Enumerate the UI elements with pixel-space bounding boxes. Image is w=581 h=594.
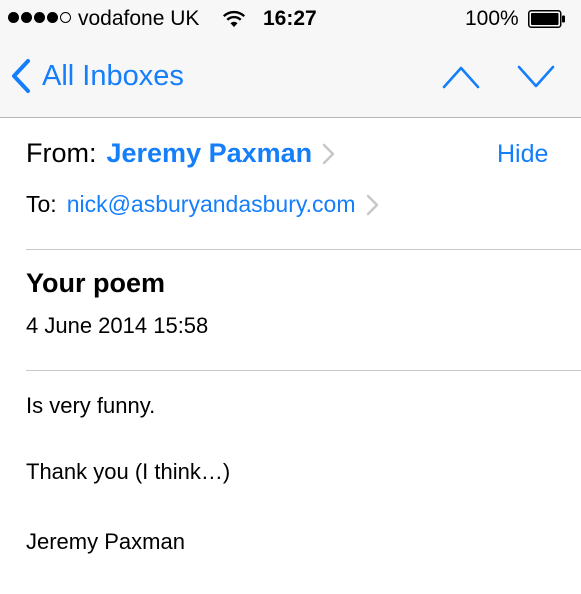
carrier-name: vodafone UK [78, 7, 200, 30]
message-date: 4 June 2014 15:58 [26, 313, 209, 338]
signal-dot [34, 12, 45, 23]
message-body-line: Thank you (I think…) [26, 459, 231, 484]
sender-name[interactable]: Jeremy Paxman [107, 138, 313, 169]
hide-button[interactable]: Hide [497, 140, 548, 169]
battery-icon [528, 10, 565, 28]
chevron-left-icon [12, 59, 30, 93]
signal-dot-empty [60, 12, 71, 23]
battery-percentage: 100% [465, 7, 519, 30]
chevron-right-icon [366, 194, 378, 215]
chevron-down-icon[interactable] [516, 63, 556, 91]
from-row: From: Jeremy Paxman [26, 138, 335, 169]
signal-strength-icon [8, 12, 71, 23]
signal-dot [47, 12, 58, 23]
body-divider [26, 370, 581, 371]
to-row: To: nick@asburyandasbury.com [26, 191, 379, 218]
signal-dot [21, 12, 32, 23]
navigation-bar: All Inboxes [0, 38, 581, 116]
mail-message-screen: vodafone UK 16:27 100% All Inboxes From:… [0, 0, 581, 594]
to-label: To: [26, 191, 57, 217]
top-bar: vodafone UK 16:27 100% All Inboxes [0, 0, 581, 118]
status-time: 16:27 [263, 7, 317, 30]
message-body-line: Jeremy Paxman [26, 529, 185, 554]
header-divider [26, 249, 581, 250]
recipient-address[interactable]: nick@asburyandasbury.com [67, 191, 356, 218]
chevron-up-icon[interactable] [441, 63, 481, 91]
back-button[interactable]: All Inboxes [10, 58, 184, 94]
message-subject: Your poem [26, 268, 166, 298]
from-label: From: [26, 138, 97, 168]
signal-dot [8, 12, 19, 23]
chevron-right-icon [322, 143, 335, 164]
status-bar: vodafone UK 16:27 100% [0, 0, 581, 38]
back-label: All Inboxes [42, 59, 184, 92]
message-body-line: Is very funny. [26, 393, 156, 418]
wifi-icon [222, 10, 246, 27]
